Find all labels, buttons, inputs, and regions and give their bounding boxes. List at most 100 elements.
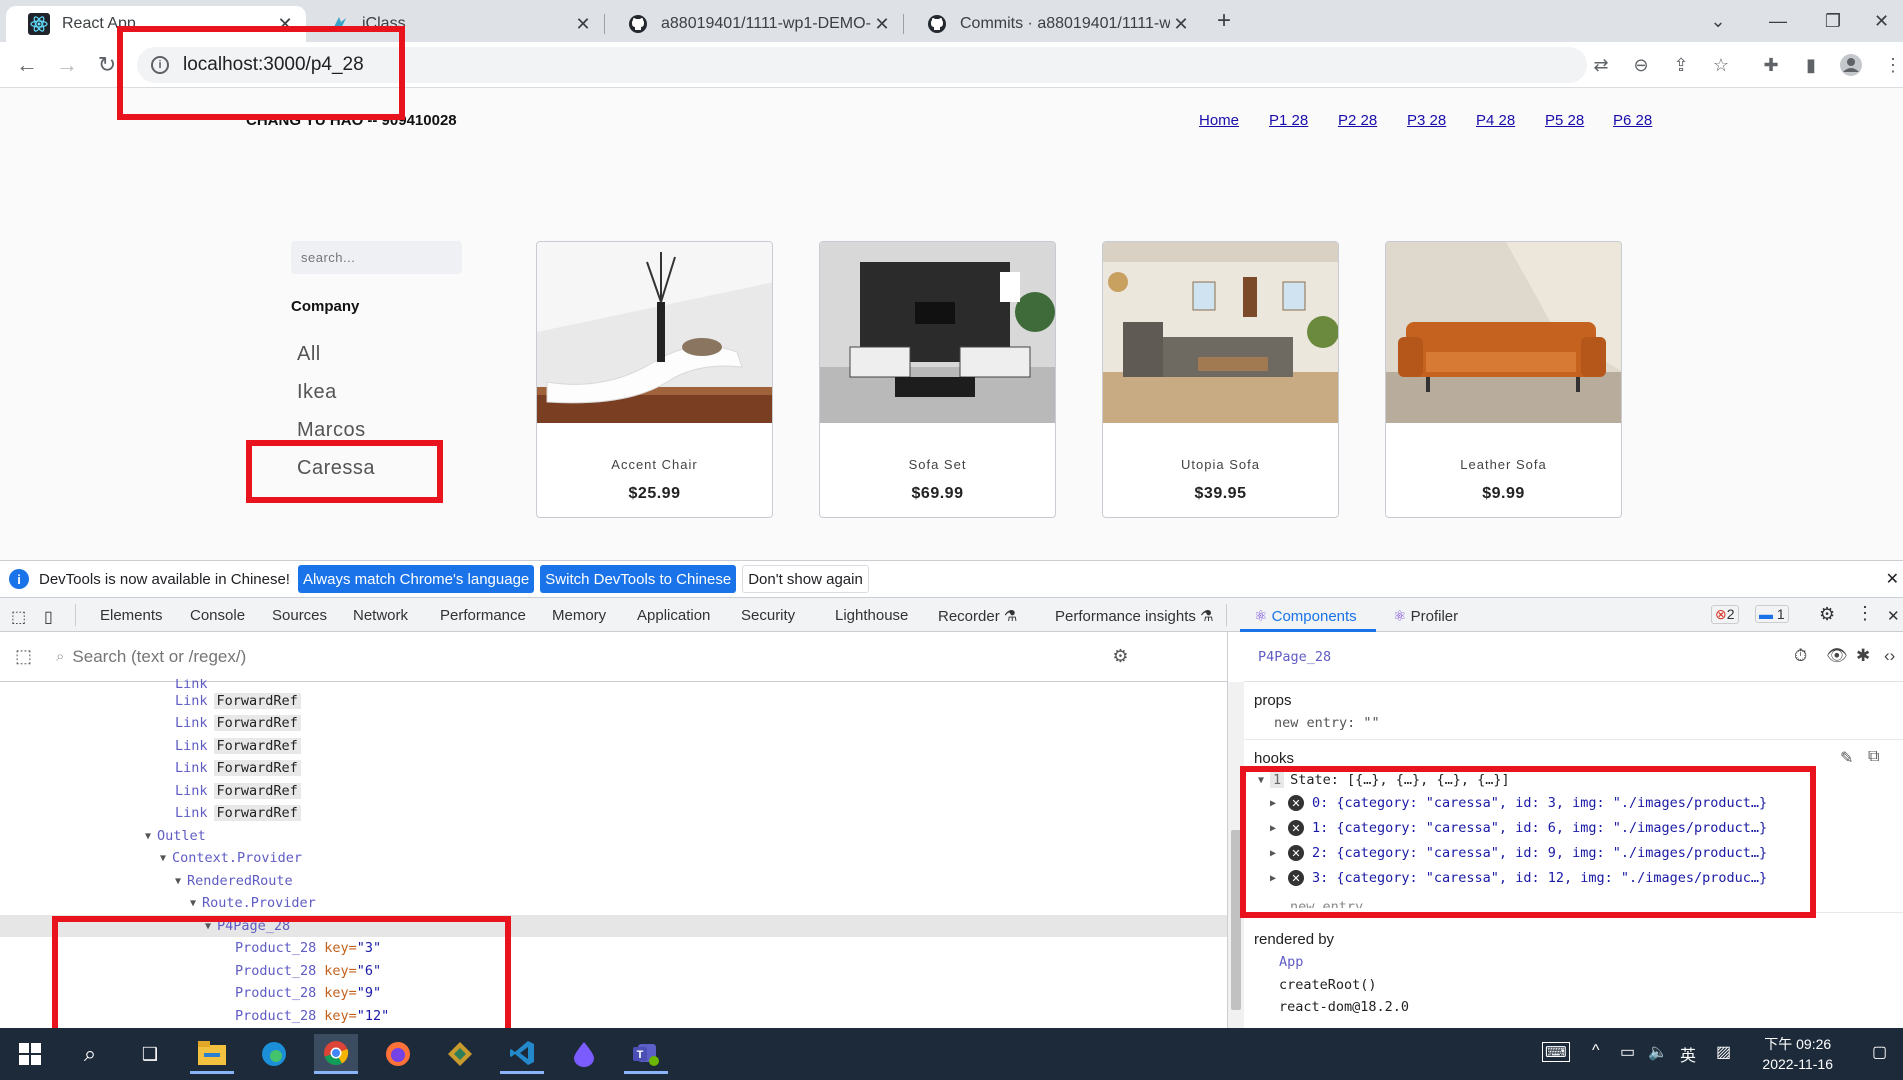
devtools-settings-icon[interactable]: ⚙ [1819, 604, 1835, 625]
file-explorer-icon[interactable] [190, 1034, 234, 1074]
edge-icon[interactable] [252, 1034, 296, 1074]
device-toolbar-icon[interactable]: ▯ [44, 607, 53, 627]
minimize-icon[interactable]: — [1750, 0, 1806, 42]
paint-drop-icon[interactable] [562, 1034, 606, 1074]
close-tab-icon[interactable]: ✕ [274, 13, 296, 35]
nav-link-p3[interactable]: P3 28 [1407, 112, 1446, 129]
product-card[interactable]: Leather Sofa $9.99 [1385, 241, 1622, 518]
tab-github-repo[interactable]: a88019401/1111-wp1-DEMO-5 ✕ [605, 6, 903, 42]
nav-link-p5[interactable]: P5 28 [1545, 112, 1584, 129]
tree-node-link[interactable]: Link ForwardRef [175, 735, 301, 757]
menu-icon[interactable]: ⋮ [1880, 52, 1903, 78]
chrome-icon[interactable] [314, 1034, 358, 1074]
prop-new-entry[interactable]: new entry: "" [1274, 715, 1380, 731]
close-window-icon[interactable]: ✕ [1860, 0, 1903, 42]
back-icon[interactable]: ← [12, 50, 42, 80]
restore-icon[interactable]: ❐ [1805, 0, 1861, 42]
tab-react-app[interactable]: React App ✕ [6, 6, 306, 42]
dev-tool-icon[interactable] [438, 1034, 482, 1074]
tree-node-product[interactable]: Product_28 key= "12" [235, 1005, 389, 1027]
error-counter[interactable]: ⊗2 [1711, 605, 1739, 624]
collapse-triangle-icon[interactable]: ▼ [1258, 775, 1270, 786]
delete-entry-icon[interactable]: ✕ [1288, 795, 1304, 811]
company-filter-caressa[interactable]: Caressa [297, 457, 375, 480]
network-icon[interactable]: ▭ [1620, 1042, 1635, 1062]
close-tab-icon[interactable]: ✕ [572, 13, 594, 35]
tree-node-product[interactable]: Product_28 key= "6" [235, 960, 381, 982]
component-search-input[interactable] [72, 646, 1113, 667]
product-card[interactable]: Accent Chair $25.99 [536, 241, 773, 518]
copy-icon[interactable]: ⧉ [1868, 748, 1879, 766]
tree-node-p4page[interactable]: ▼ P4Page_28 [205, 915, 290, 937]
expand-triangle-icon[interactable]: ▶ [1270, 848, 1282, 859]
devtools-more-icon[interactable]: ⋮ [1856, 603, 1874, 624]
inspect-element-icon[interactable]: ⬚ [11, 607, 26, 627]
tab-console[interactable]: Console [190, 607, 245, 624]
close-tab-icon[interactable]: ✕ [871, 13, 893, 35]
expand-triangle-icon[interactable]: ▶ [1270, 798, 1282, 809]
taskbar-clock[interactable]: 下午 09:26 2022-11-16 [1762, 1034, 1833, 1074]
search-icon[interactable]: ⌕ [68, 1034, 112, 1074]
state-item[interactable]: ▶ ✕ 3: {category: "caressa", id: 12, img: … [1270, 870, 1767, 886]
expand-triangle-icon[interactable]: ▶ [1270, 873, 1282, 884]
tree-node-product[interactable]: Product_28 key= "9" [235, 982, 381, 1004]
expand-triangle-icon[interactable]: ▼ [175, 876, 187, 887]
delete-entry-icon[interactable]: ✕ [1288, 820, 1304, 836]
tab-components[interactable]: ⚛ Components [1254, 607, 1357, 625]
tab-application[interactable]: Application [637, 607, 710, 624]
hook-new-entry-partial[interactable]: new entry [1290, 899, 1363, 908]
delete-entry-icon[interactable]: ✕ [1288, 845, 1304, 861]
owner-app-link[interactable]: App [1279, 954, 1303, 970]
tree-node-outlet[interactable]: ▼ Outlet [145, 825, 206, 847]
nav-link-p1[interactable]: P1 28 [1269, 112, 1308, 129]
expand-triangle-icon[interactable]: ▼ [205, 921, 217, 932]
zoom-icon[interactable]: ⊖ [1628, 52, 1654, 78]
reload-icon[interactable]: ↻ [92, 50, 122, 80]
tree-node-route-provider[interactable]: ▼ Route.Provider [190, 892, 316, 914]
tab-search-icon[interactable]: ⌄ [1690, 0, 1746, 42]
company-filter-all[interactable]: All [297, 343, 321, 366]
profile-icon[interactable] [1838, 52, 1864, 78]
parse-hook-names-icon[interactable]: ✎ [1840, 748, 1853, 768]
tree-node-link[interactable]: Link ForwardRef [175, 780, 301, 802]
tree-node-link[interactable]: Link ForwardRef [175, 712, 301, 734]
tab-profiler[interactable]: ⚛ Profiler [1393, 607, 1458, 625]
expand-triangle-icon[interactable]: ▼ [145, 831, 157, 842]
company-filter-ikea[interactable]: Ikea [297, 381, 337, 404]
dont-show-again-button[interactable]: Don't show again [742, 565, 869, 593]
touch-keyboard-icon[interactable]: ⌨ [1542, 1042, 1570, 1062]
view-source-icon[interactable]: ‹› [1884, 646, 1895, 666]
tab-github-commits[interactable]: Commits · a88019401/1111-wp ✕ [904, 6, 1202, 42]
tree-node-context-provider[interactable]: ▼ Context.Provider [160, 847, 302, 869]
notifications-icon[interactable]: ▢ [1872, 1042, 1887, 1062]
bookmark-star-icon[interactable]: ☆ [1708, 52, 1734, 78]
hook-state-row[interactable]: ▼ 1 State: [{…}, {…}, {…}, {…}] [1258, 772, 1510, 788]
expand-triangle-icon[interactable]: ▶ [1270, 823, 1282, 834]
scrollbar-thumb[interactable] [1231, 830, 1241, 1010]
teams-icon[interactable]: T [624, 1034, 668, 1074]
tab-sources[interactable]: Sources [272, 607, 327, 624]
tab-lighthouse[interactable]: Lighthouse [835, 607, 908, 624]
tree-node-rendered-route[interactable]: ▼ RenderedRoute [175, 870, 293, 892]
state-item[interactable]: ▶ ✕ 2: {category: "caressa", id: 9, img: "… [1270, 845, 1767, 861]
tab-elements[interactable]: Elements [100, 607, 163, 624]
expand-triangle-icon[interactable]: ▼ [190, 898, 202, 909]
product-card[interactable]: Utopia Sofa $39.95 [1102, 241, 1339, 518]
tab-network[interactable]: Network [353, 607, 408, 624]
vscode-icon[interactable] [500, 1034, 544, 1074]
site-info-icon[interactable]: i [151, 56, 169, 74]
tab-security[interactable]: Security [741, 607, 795, 624]
tree-node-link[interactable]: Link ForwardRef [175, 757, 301, 779]
address-bar[interactable]: i localhost:3000/p4_28 [137, 47, 1587, 83]
state-item[interactable]: ▶ ✕ 0: {category: "caressa", id: 3, img: "… [1270, 795, 1767, 811]
expand-triangle-icon[interactable]: ▼ [160, 853, 172, 864]
nav-link-home[interactable]: Home [1199, 112, 1239, 129]
tree-scrollbar[interactable] [1228, 682, 1244, 1028]
switch-to-chinese-button[interactable]: Switch DevTools to Chinese [540, 565, 737, 593]
nav-link-p2[interactable]: P2 28 [1338, 112, 1377, 129]
close-devtools-icon[interactable]: ✕ [1887, 607, 1900, 625]
close-infobar-icon[interactable]: ✕ [1886, 569, 1899, 589]
ime-mode-icon[interactable]: ▨ [1716, 1042, 1731, 1062]
volume-muted-icon[interactable]: 🔈 [1648, 1042, 1668, 1062]
product-card[interactable]: Sofa Set $69.99 [819, 241, 1056, 518]
